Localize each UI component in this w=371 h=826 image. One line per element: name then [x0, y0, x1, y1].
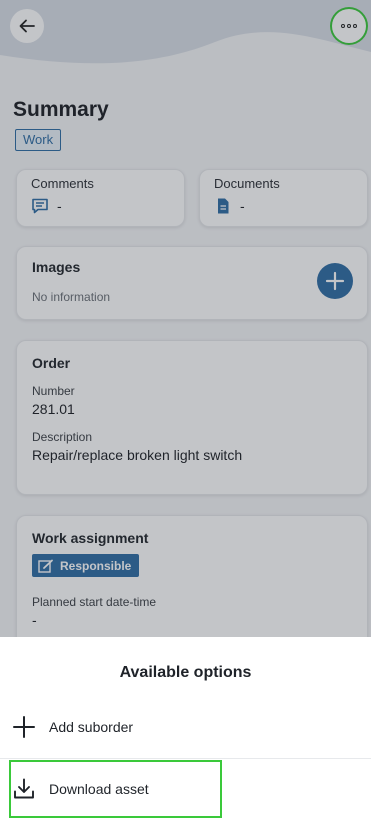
add-suborder-label: Add suborder [49, 719, 134, 735]
modal-backdrop[interactable] [0, 0, 371, 637]
sheet-title: Available options [119, 664, 252, 681]
options-bottom-sheet: Available options Add suborder Download … [0, 637, 371, 826]
add-suborder-option[interactable]: Add suborder [0, 697, 371, 757]
plus-icon [13, 716, 35, 738]
highlight-box [9, 760, 222, 818]
